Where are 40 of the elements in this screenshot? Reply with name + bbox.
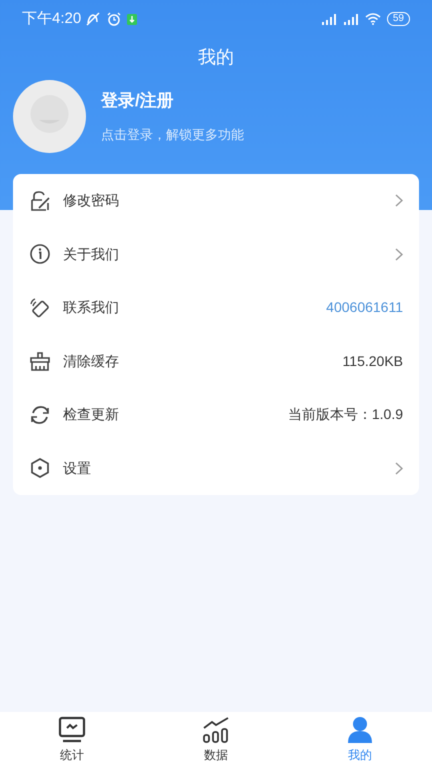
menu-item[interactable]: 关于我们 [13, 228, 419, 281]
menu-label: 修改密码 [63, 191, 120, 210]
refresh-icon [29, 404, 51, 426]
menu-label: 联系我们 [63, 298, 120, 318]
tab[interactable]: 统计 [0, 712, 144, 768]
login-hint: 点击登录，解锁更多功能 [101, 126, 244, 144]
person-icon [346, 716, 374, 744]
hexagon-icon [29, 457, 51, 480]
battery-indicator: 59 [386, 12, 410, 26]
menu-item[interactable]: 清除缓存 115.20KB [13, 334, 419, 388]
menu-value: 当前版本号：1.0.9 [288, 405, 403, 424]
lock-edit-icon [29, 190, 51, 212]
bar-chart-icon [202, 716, 230, 744]
notification-muted-icon [85, 12, 102, 26]
download-icon [127, 14, 138, 24]
brush-icon [29, 350, 51, 372]
page-title: 我的 [198, 46, 234, 68]
menu-label: 设置 [63, 458, 92, 478]
tab[interactable]: 我的 [288, 712, 432, 768]
monitor-icon [58, 716, 86, 744]
chevron-right-icon [395, 194, 403, 208]
chevron-right-icon [395, 462, 403, 475]
signal-icon [342, 13, 360, 25]
menu-item[interactable]: 设置 [13, 442, 419, 495]
status-time: 下午4:20 [22, 8, 82, 29]
menu-item[interactable]: 检查更新 当前版本号：1.0.9 [13, 388, 419, 442]
menu-label: 检查更新 [63, 405, 120, 424]
menu-item[interactable]: 联系我们 4006061611 [13, 281, 419, 334]
phone-vibrate-icon [29, 296, 51, 319]
menu-value: 115.20KB [342, 352, 403, 371]
menu-label: 关于我们 [63, 244, 120, 264]
avatar-icon [13, 80, 86, 152]
signal-icon [320, 13, 338, 25]
chevron-right-icon [395, 248, 403, 261]
info-icon [29, 243, 51, 266]
wifi-icon [364, 13, 381, 25]
tab[interactable]: 数据 [144, 712, 288, 768]
alarm-icon [107, 12, 122, 26]
menu-label: 清除缓存 [63, 352, 120, 371]
menu-item[interactable]: 修改密码 [13, 174, 419, 228]
